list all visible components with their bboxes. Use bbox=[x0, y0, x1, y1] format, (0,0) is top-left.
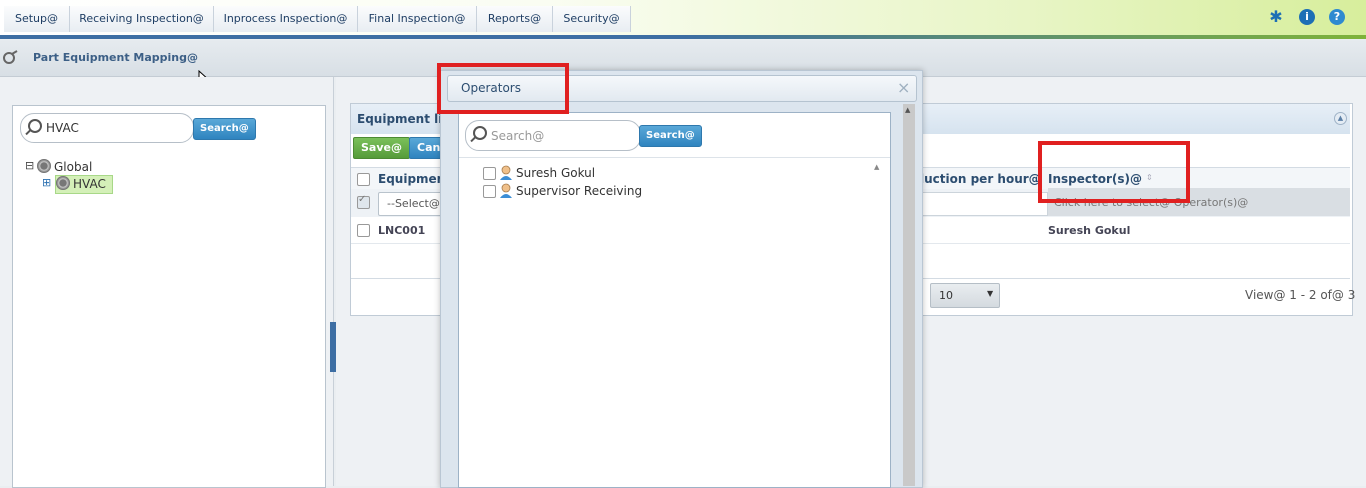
operator-search-input[interactable]: Search@ bbox=[465, 120, 641, 151]
highlight-box-operators-title bbox=[437, 63, 569, 114]
operator-list-item[interactable]: Supervisor Receiving bbox=[483, 183, 683, 199]
search-icon bbox=[28, 119, 42, 133]
highlight-box-inspectors bbox=[1038, 141, 1190, 203]
tree-search-button[interactable]: Search@ bbox=[193, 118, 256, 140]
nav-tab-security[interactable]: Security@ bbox=[553, 6, 631, 32]
dialog-body: Search@ Search@ ▲ Suresh Gokul Superviso… bbox=[458, 112, 891, 488]
nav-tab-setup[interactable]: Setup@ bbox=[4, 6, 70, 32]
close-icon[interactable]: × bbox=[897, 78, 910, 97]
tree-search-input[interactable]: HVAC bbox=[20, 113, 194, 143]
operator-checkbox[interactable] bbox=[483, 185, 496, 198]
dialog-scrollbar[interactable]: ▲ bbox=[903, 104, 915, 486]
tree-node-label: Global bbox=[54, 160, 93, 174]
pin-icon[interactable]: ✱ bbox=[1268, 9, 1284, 25]
divider bbox=[459, 157, 890, 158]
splitter-handle[interactable] bbox=[330, 322, 336, 372]
filter-select-value: --Select@-- bbox=[387, 197, 448, 210]
tree-node-label: HVAC bbox=[73, 177, 106, 191]
nav-tab-final-inspection[interactable]: Final Inspection@ bbox=[358, 6, 477, 32]
collapse-grid-icon[interactable]: ▲ bbox=[1334, 112, 1347, 125]
cell-equipment: LNC001 bbox=[378, 224, 426, 237]
top-navigation-bar: Setup@ Receiving Inspection@ Inprocess I… bbox=[0, 0, 1366, 39]
info-icon[interactable]: i bbox=[1299, 9, 1315, 25]
dropdown-arrow-icon: ▼ bbox=[987, 289, 994, 298]
check-icon: ✓ bbox=[358, 194, 367, 205]
nav-tab-inprocess-inspection[interactable]: Inprocess Inspection@ bbox=[214, 6, 358, 32]
search-icon bbox=[473, 126, 487, 140]
expand-icon[interactable]: ⊞ bbox=[42, 176, 51, 189]
scroll-up-icon[interactable]: ▲ bbox=[874, 163, 879, 171]
page-title: Part Equipment Mapping@ bbox=[33, 51, 198, 64]
row-checkbox[interactable] bbox=[357, 224, 370, 237]
select-all-checkbox[interactable] bbox=[357, 173, 370, 186]
tree-node-global[interactable]: ⊟ Global bbox=[25, 159, 225, 175]
operator-checkbox[interactable] bbox=[483, 167, 496, 180]
production-filter-input[interactable] bbox=[920, 192, 1048, 216]
nav-tab-reports[interactable]: Reports@ bbox=[477, 6, 553, 32]
operator-list-item[interactable]: Suresh Gokul bbox=[483, 165, 683, 181]
user-icon bbox=[500, 183, 512, 198]
gear-icon bbox=[37, 159, 51, 173]
user-icon bbox=[500, 165, 512, 180]
scroll-up-icon[interactable]: ▲ bbox=[905, 106, 910, 114]
column-header-production-per-hour[interactable]: luction per hour@ bbox=[920, 172, 1041, 186]
operator-search-placeholder: Search@ bbox=[491, 129, 545, 143]
cell-inspectors: Suresh Gokul bbox=[1048, 224, 1131, 237]
page-size-value: 10 bbox=[939, 289, 953, 302]
operator-name: Suresh Gokul bbox=[516, 166, 596, 180]
help-icon[interactable]: ? bbox=[1329, 9, 1345, 25]
view-records-info: View@ 1 - 2 of@ 3 bbox=[1245, 288, 1356, 302]
tree-panel: HVAC Search@ ⊟ Global ⊞ HVAC bbox=[12, 105, 326, 488]
nav-tab-receiving-inspection[interactable]: Receiving Inspection@ bbox=[70, 6, 214, 32]
operator-name: Supervisor Receiving bbox=[516, 184, 643, 198]
page-size-select[interactable]: 10 ▼ bbox=[930, 283, 1000, 308]
tree-search-value: HVAC bbox=[46, 121, 79, 135]
collapse-icon[interactable]: ⊟ bbox=[25, 159, 34, 172]
gear-icon bbox=[56, 176, 70, 190]
operator-search-button[interactable]: Search@ bbox=[639, 125, 702, 147]
settings-wrench-icon[interactable] bbox=[2, 50, 18, 66]
tree-node-hvac[interactable]: ⊞ HVAC bbox=[42, 175, 122, 194]
save-button[interactable]: Save@ bbox=[353, 137, 410, 159]
nav-divider-strip bbox=[0, 35, 1366, 39]
